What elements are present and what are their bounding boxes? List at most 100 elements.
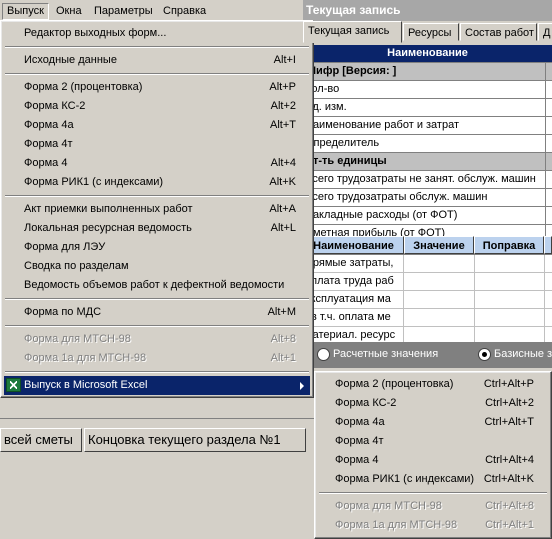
grid-row[interactable]: Кол-во [303,81,552,99]
menu-separator [5,371,309,373]
menu-vypusk[interactable]: Выпуск [2,3,49,20]
menu-item-1[interactable]: Форма КС-2 Ctrl+Alt+2 [318,394,548,413]
column-header[interactable]: Наименование [303,236,404,254]
menu-item-4[interactable]: Форма 2 (процентовка) Alt+P [4,78,310,97]
menu-item-14[interactable]: Сводка по разделам [4,257,310,276]
menu-item-label: Форма 4а [24,119,74,131]
menu-item-7: Форма для МТСН-98 Ctrl+Alt+8 [318,497,548,516]
menu-item-8: Форма 1а для МТСН-98 Ctrl+Alt+1 [318,516,548,535]
menu-item-3[interactable]: Форма 4т [318,432,548,451]
menu-item-0[interactable]: Редактор выходных форм... [4,24,310,43]
cell-value[interactable] [404,309,475,326]
menu-item-shortcut: Alt+A [269,203,296,215]
menu-item-label: Форма 4т [24,138,73,150]
menu-item-label: Форма КС-2 [24,100,86,112]
menu-item-4[interactable]: Форма 4 Ctrl+Alt+4 [318,451,548,470]
cell-name: эксплуатация ма [303,291,404,308]
cell-correction[interactable] [474,291,545,308]
grid-row-label: Определитель [305,137,380,149]
menu-item-9[interactable]: Форма РИК1 (с индексами) Alt+K [4,173,310,192]
menu-item-5[interactable]: Форма КС-2 Alt+2 [4,97,310,116]
tab-more[interactable]: Д [538,23,552,41]
grid-row[interactable]: Шифр [Версия: ] [303,63,552,81]
table-row[interactable]: в т.ч. оплата ме [303,309,552,327]
menu-item-15[interactable]: Ведомость объемов работ к дефектной ведо… [4,276,310,295]
grid-row[interactable]: Накладные расходы (от ФОТ) [303,207,552,225]
values-radio-bar: Расчетные значения Базисные з [303,342,552,368]
menu-item-12[interactable]: Локальная ресурсная ведомость Alt+L [4,219,310,238]
grid-row[interactable]: Наименование работ и затрат [303,117,552,135]
menu-item-22[interactable]: Выпуск в Microsoft Excel [4,376,310,395]
menu-item-0[interactable]: Форма 2 (процентовка) Ctrl+Alt+P [318,375,548,394]
grid-row[interactable]: Ст-ть единицы [303,153,552,171]
menu-item-label: Сводка по разделам [24,260,129,272]
grid-row[interactable]: Всего трудозатраты обслуж. машин [303,189,552,207]
menu-item-2[interactable]: Исходные данные Alt+I [4,51,310,70]
column-header[interactable]: Поправка [474,236,544,254]
grid-row[interactable]: Ед. изм. [303,99,552,117]
menu-okna[interactable]: Окна [52,3,86,20]
menu-separator [319,492,547,494]
menu-item-13[interactable]: Форма для ЛЭУ [4,238,310,257]
menubar: Выпуск Окна Параметры Справка [0,0,303,22]
grid-row[interactable]: Определитель [303,135,552,153]
cell-value[interactable] [404,291,475,308]
tab-section-ending[interactable]: Концовка текущего раздела №1 [84,428,306,452]
menu-item-20: Форма 1а для МТСН-98 Alt+1 [4,349,310,368]
column-header[interactable] [544,236,552,254]
grid-row[interactable]: Всего трудозатраты не занят. обслуж. маш… [303,171,552,189]
menu-separator [5,73,309,75]
bottom-tabs: всей сметы Концовка текущего раздела №1 [0,428,315,452]
menu-item-label: Форма 2 (процентовка) [24,81,143,93]
menu-separator [5,195,309,197]
cell-correction[interactable] [474,309,545,326]
grid-cell [545,81,552,98]
tab-work-composition[interactable]: Состав работ [460,23,537,41]
menu-item-label: Редактор выходных форм... [24,27,167,39]
excel-submenu: Форма 2 (процентовка) Ctrl+Alt+P Форма КС-… [314,371,552,539]
menu-item-label: Форма 1а для МТСН-98 [335,519,458,531]
column-header[interactable]: Значение [404,236,474,254]
menu-item-label: Форма 4т [335,435,384,447]
cell-correction[interactable] [474,255,545,272]
grid-row-label: Накладные расходы (от ФОТ) [305,209,458,221]
menu-item-5[interactable]: Форма РИК1 (с индексами) Ctrl+Alt+K [318,470,548,489]
grid-cell [545,171,552,188]
menu-item-2[interactable]: Форма 4а Ctrl+Alt+T [318,413,548,432]
excel-icon [6,378,21,392]
menu-item-shortcut: Ctrl+Alt+P [483,378,534,390]
menu-item-11[interactable]: Акт приемки выполненных работ Alt+A [4,200,310,219]
grid-cell [545,99,552,116]
radio-basic[interactable] [478,348,491,361]
menu-item-label: Акт приемки выполненных работ [24,203,193,215]
grid-row-label: Наименование работ и затрат [305,119,460,131]
cell-value[interactable] [404,273,475,290]
cell-name: оплата труда раб [303,273,404,290]
menu-item-shortcut: Alt+1 [270,352,296,364]
grid-row-label: Всего трудозатраты обслуж. машин [305,191,488,203]
menu-item-shortcut: Ctrl+Alt+8 [485,500,534,512]
menu-spravka[interactable]: Справка [159,3,210,20]
menu-item-7[interactable]: Форма 4т [4,135,310,154]
table-row[interactable]: эксплуатация ма [303,291,552,309]
menu-item-6[interactable]: Форма 4а Alt+T [4,116,310,135]
menu-separator [5,325,309,327]
grid-row-label: Ст-ть единицы [305,155,387,167]
cell-correction[interactable] [474,273,545,290]
submenu-arrow-icon [300,382,304,390]
menu-item-19: Форма для МТСН-98 Alt+8 [4,330,310,349]
menu-parametry[interactable]: Параметры [90,3,157,20]
tab-current-record[interactable]: Текущая запись [303,21,402,43]
table-row[interactable]: оплата труда раб [303,273,552,291]
table-row[interactable]: Прямые затраты, [303,255,552,273]
tab-resources[interactable]: Ресурсы [403,23,459,41]
menu-item-17[interactable]: Форма по МДС Alt+M [4,303,310,322]
menu-item-label: Форма РИК1 (с индексами) [24,176,164,188]
tab-whole-estimate[interactable]: всей сметы [0,428,82,452]
radio-calculated[interactable] [317,348,330,361]
cell-value[interactable] [404,255,475,272]
menu-item-shortcut: Alt+4 [270,157,296,169]
menu-item-label: Выпуск в Microsoft Excel [24,379,148,391]
menu-item-8[interactable]: Форма 4 Alt+4 [4,154,310,173]
menu-item-label: Форма по МДС [24,306,102,318]
